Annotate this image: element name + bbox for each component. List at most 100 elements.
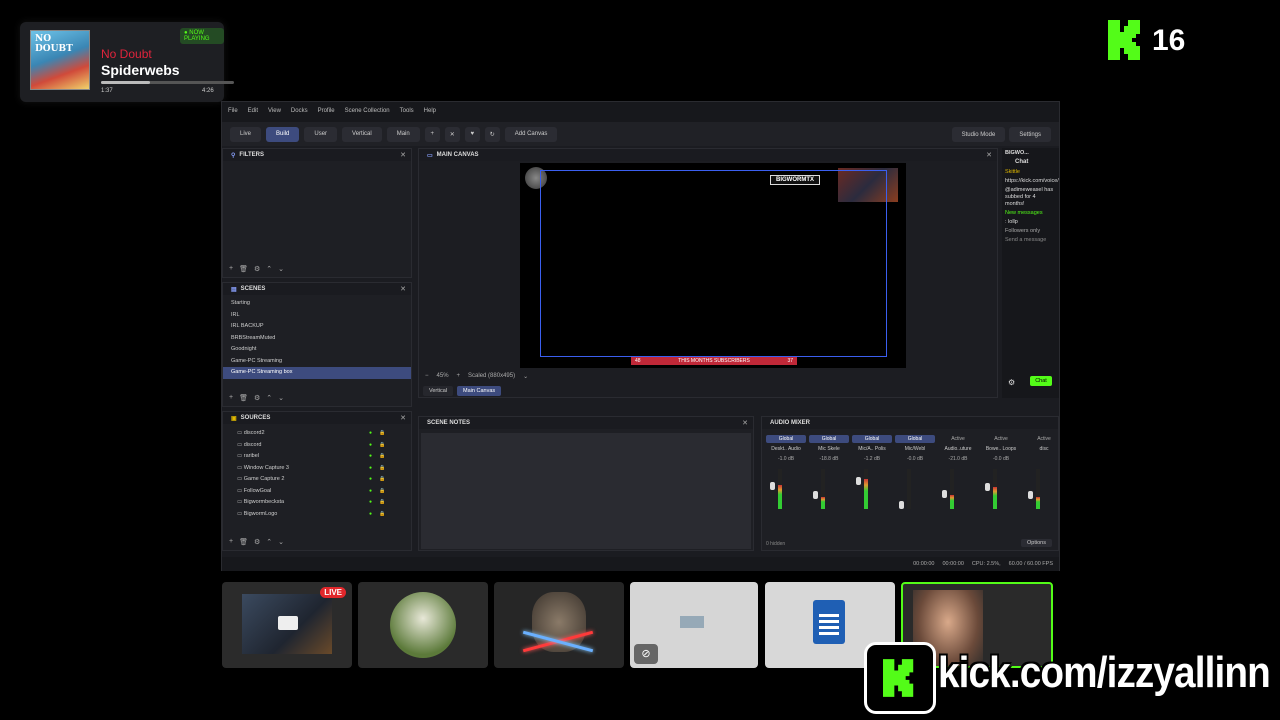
tab-main-canvas[interactable]: Main Canvas	[457, 386, 502, 396]
channel-mode-label[interactable]: Active	[981, 435, 1021, 443]
volume-slider[interactable]	[813, 491, 818, 500]
scale-select[interactable]: Scaled (880x495)	[468, 373, 515, 380]
channel-mode-label[interactable]: Global	[809, 435, 849, 443]
visibility-icon[interactable]: ●	[369, 465, 372, 471]
channel-name[interactable]: Bowe.. Loops	[981, 446, 1021, 452]
menu-item-tools[interactable]: Tools	[400, 108, 414, 116]
volume-slider[interactable]	[856, 477, 861, 485]
volume-slider[interactable]	[942, 489, 947, 498]
channel-name[interactable]: Mic Skele	[809, 446, 849, 452]
volume-slider[interactable]	[985, 483, 990, 492]
trash-icon[interactable]: 🗑	[239, 394, 248, 402]
source-item[interactable]: ▭ discord2 ● 🔒	[229, 428, 411, 440]
channel-name[interactable]: disc	[1024, 446, 1064, 452]
settings-button[interactable]: Settings	[1009, 127, 1051, 142]
canvas-main-button[interactable]: Main	[386, 126, 420, 142]
volume-slider[interactable]	[1028, 491, 1033, 500]
channel-name[interactable]: Deskt.. Audio	[766, 446, 806, 452]
close-icon[interactable]: ✕	[742, 419, 748, 427]
zoom-in-button[interactable]: +	[457, 373, 461, 380]
menu-item-edit[interactable]: Edit	[248, 108, 258, 116]
lock-icon[interactable]: 🔒	[379, 465, 385, 471]
add-icon[interactable]: +	[229, 265, 233, 273]
add-icon[interactable]: +	[229, 538, 233, 546]
scene-item[interactable]: IRL BACKUP	[223, 321, 411, 333]
studio-mode-button[interactable]: Studio Mode	[951, 127, 1006, 142]
lock-icon[interactable]: 🔒	[379, 442, 385, 448]
down-icon[interactable]: ⌄	[278, 394, 284, 402]
trash-icon[interactable]: 🗑	[239, 265, 248, 273]
channel-mode-label[interactable]: Active	[938, 435, 978, 443]
gear-icon[interactable]: ⚙	[1008, 378, 1015, 387]
chat-send-button[interactable]: Chat	[1030, 376, 1052, 386]
up-icon[interactable]: ⌃	[266, 265, 272, 273]
scene-item[interactable]: IRL	[223, 310, 411, 322]
add-icon[interactable]: +	[229, 394, 233, 402]
close-icon[interactable]: ✕	[400, 285, 406, 293]
selection-frame[interactable]	[540, 170, 887, 357]
visibility-icon[interactable]: ●	[369, 476, 372, 482]
trash-icon[interactable]: 🗑	[239, 538, 248, 546]
participant-tile[interactable]	[358, 582, 488, 668]
channel-name[interactable]: Audio..uture	[938, 446, 978, 452]
tools-icon[interactable]: ✕	[444, 126, 460, 142]
visibility-icon[interactable]: ●	[369, 453, 372, 459]
visibility-icon[interactable]: ●	[369, 488, 372, 494]
visibility-icon[interactable]: ●	[369, 511, 372, 517]
up-icon[interactable]: ⌃	[266, 394, 272, 402]
visibility-icon[interactable]: ●	[369, 499, 372, 505]
participant-tile[interactable]	[494, 582, 624, 668]
source-item[interactable]: ▭ Window Capture 3 ● 🔒	[229, 463, 411, 475]
channel-mode-label[interactable]: Global	[895, 435, 935, 443]
scene-item[interactable]: Game-PC Streaming	[223, 356, 411, 368]
add-button[interactable]: +	[424, 126, 440, 142]
up-icon[interactable]: ⌃	[266, 538, 272, 546]
source-item[interactable]: ▭ discord ● 🔒	[229, 440, 411, 452]
gear-icon[interactable]: ⚙	[254, 394, 260, 402]
menu-item-view[interactable]: View	[268, 108, 281, 116]
close-icon[interactable]: ✕	[400, 151, 406, 159]
close-icon[interactable]: ✕	[986, 151, 992, 159]
menu-item-file[interactable]: File	[228, 108, 238, 116]
mode-live-button[interactable]: Live	[230, 126, 262, 142]
canvas-vertical-button[interactable]: Vertical	[342, 126, 382, 142]
lock-icon[interactable]: 🔒	[379, 453, 385, 459]
participant-tile[interactable]: ⊘	[630, 582, 758, 668]
scene-item[interactable]: BRBStreamMuted	[223, 333, 411, 345]
menu-item-scene-collection[interactable]: Scene Collection	[345, 108, 390, 116]
mode-build-button[interactable]: Build	[266, 126, 300, 142]
chevron-down-icon[interactable]: ⌄	[523, 373, 528, 380]
canvas-preview[interactable]: BIGWORMTX 48 THIS MONTHS SUBSCRIBERS 37	[520, 163, 906, 368]
lock-icon[interactable]: 🔒	[379, 476, 385, 482]
channel-mode-label[interactable]: Global	[766, 435, 806, 443]
source-item[interactable]: ▭ FollowGoal ● 🔒	[229, 486, 411, 498]
lock-icon[interactable]: 🔒	[379, 488, 385, 494]
lock-icon[interactable]: 🔒	[379, 430, 385, 436]
screen-share-tile[interactable]: LIVE	[222, 582, 352, 668]
zoom-out-button[interactable]: −	[425, 373, 429, 380]
heart-icon[interactable]: ♥	[464, 126, 480, 142]
visibility-icon[interactable]: ●	[369, 430, 372, 436]
source-item[interactable]: ▭ Game Capture 2 ● 🔒	[229, 474, 411, 486]
channel-name[interactable]: Mic/Webl	[895, 446, 935, 452]
channel-mode-label[interactable]: Active	[1024, 435, 1064, 443]
close-icon[interactable]: ✕	[400, 414, 406, 422]
scene-item[interactable]: Goodnight	[223, 344, 411, 356]
channel-name[interactable]: Mic/A.. Polis	[852, 446, 892, 452]
menu-item-docks[interactable]: Docks	[291, 108, 308, 116]
add-canvas-button[interactable]: Add Canvas	[504, 126, 558, 142]
down-icon[interactable]: ⌄	[278, 265, 284, 273]
refresh-icon[interactable]: ↻	[484, 126, 500, 142]
gear-icon[interactable]: ⚙	[254, 538, 260, 546]
menu-item-profile[interactable]: Profile	[318, 108, 335, 116]
scene-notes-textarea[interactable]	[421, 433, 751, 549]
volume-slider[interactable]	[899, 501, 904, 509]
volume-slider[interactable]	[770, 481, 775, 490]
lock-icon[interactable]: 🔒	[379, 499, 385, 505]
channel-mode-label[interactable]: Global	[852, 435, 892, 443]
scene-item[interactable]: Game-PC Streaming box	[223, 367, 411, 379]
gear-icon[interactable]: ⚙	[254, 265, 260, 273]
visibility-icon[interactable]: ●	[369, 442, 372, 448]
tab-vertical[interactable]: Vertical	[423, 386, 454, 396]
source-item[interactable]: ▭ raribel ● 🔒	[229, 451, 411, 463]
